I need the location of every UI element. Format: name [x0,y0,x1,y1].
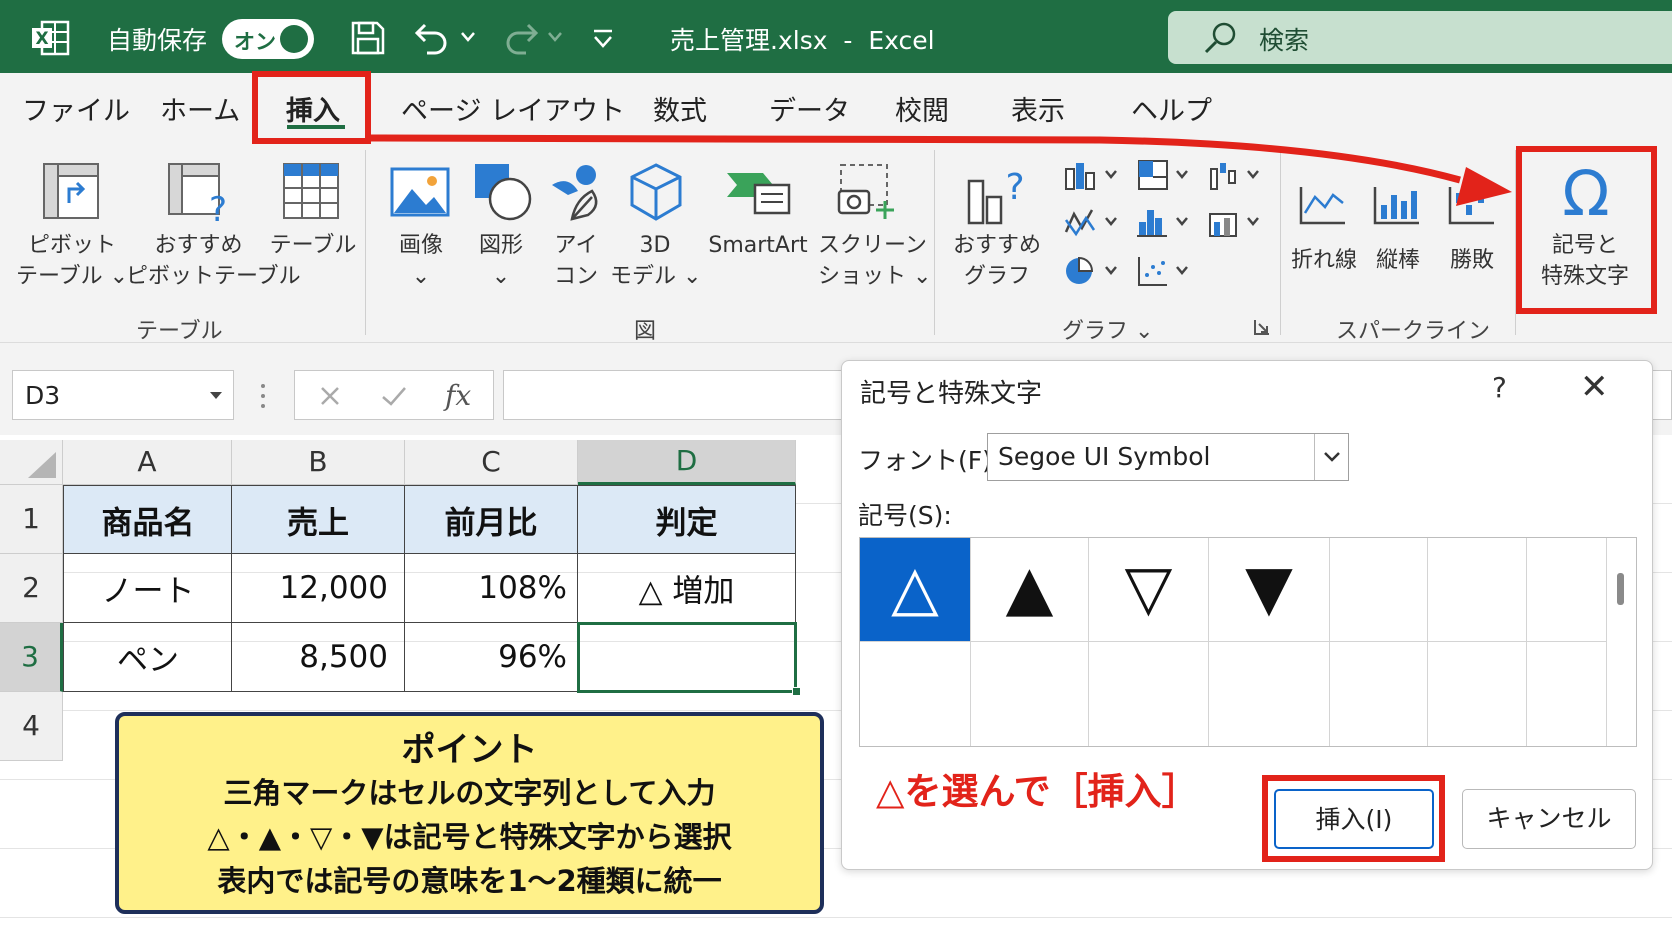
annotation-arrow-icon [370,134,1512,206]
